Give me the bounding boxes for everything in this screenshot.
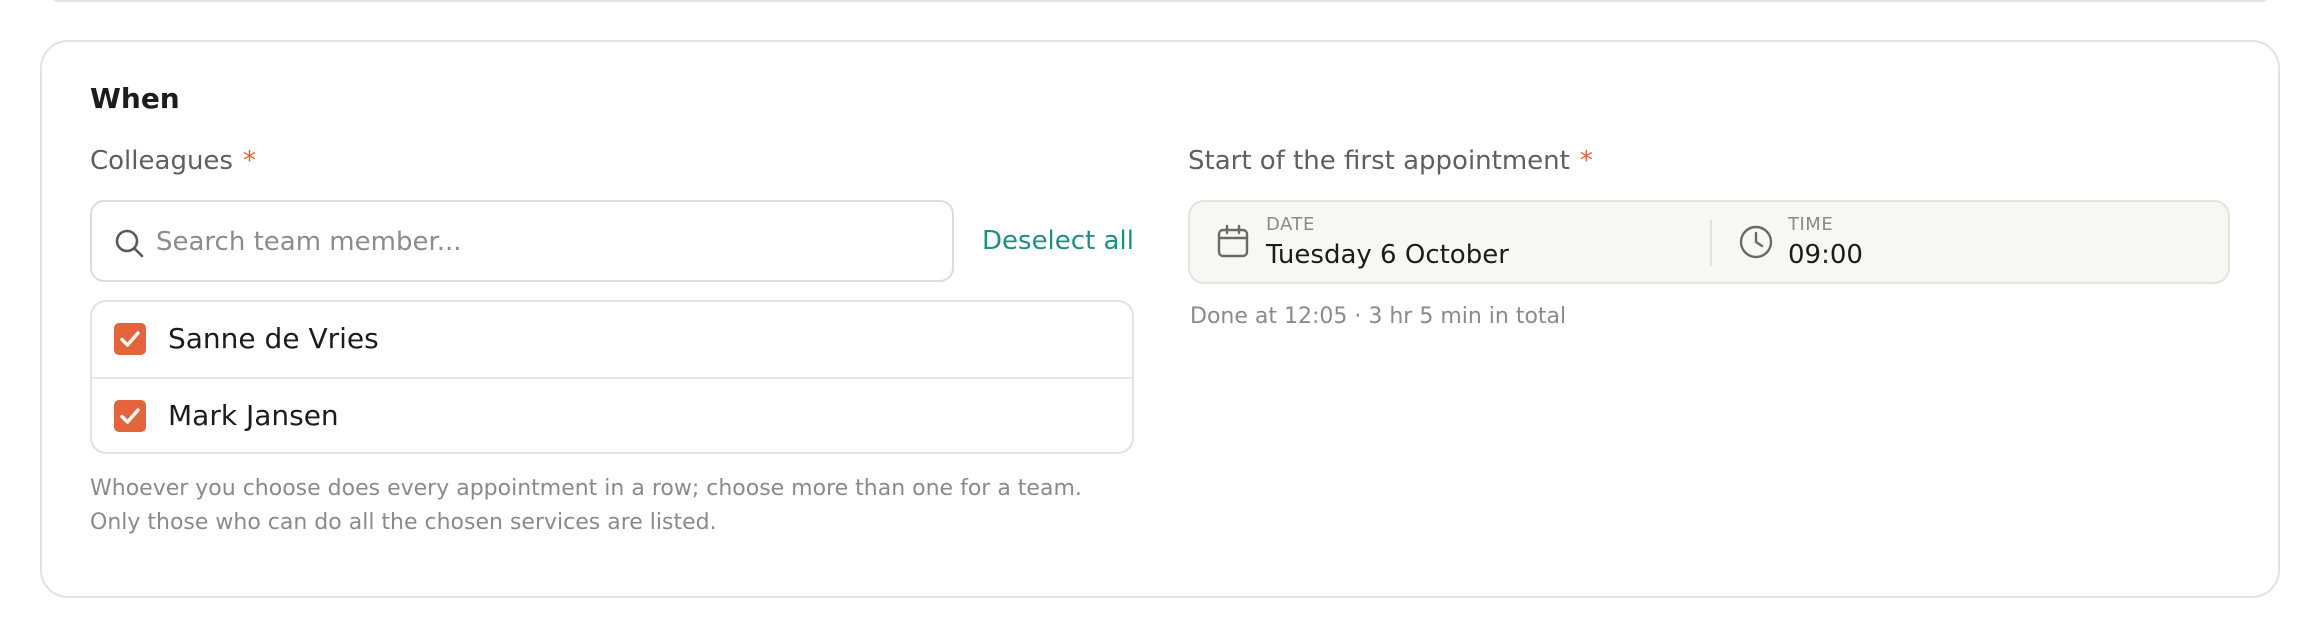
- time-picker[interactable]: TIME 09:00: [1712, 202, 2228, 282]
- search-field[interactable]: [90, 200, 954, 282]
- required-mark: *: [1579, 146, 1593, 176]
- section-title: When: [90, 82, 180, 115]
- list-item[interactable]: Mark Jansen: [92, 377, 1132, 452]
- helper-line: Whoever you choose does every appointmen…: [90, 476, 1082, 501]
- done-summary: Done at 12:05 · 3 hr 5 min in total: [1190, 304, 1567, 329]
- helper-text: Whoever you choose does every appointmen…: [90, 472, 1150, 540]
- helper-line: Only those who can do all the chosen ser…: [90, 510, 717, 535]
- colleague-list: Sanne de Vries Mark Jansen: [90, 300, 1134, 454]
- required-mark: *: [242, 146, 256, 176]
- colleagues-label-text: Colleagues: [90, 146, 233, 176]
- time-value: 09:00: [1788, 240, 1863, 270]
- datetime-picker: DATE Tuesday 6 October TIME 09:00: [1188, 200, 2230, 284]
- list-item[interactable]: Sanne de Vries: [92, 302, 1132, 377]
- date-value: Tuesday 6 October: [1266, 240, 1509, 270]
- calendar-icon: [1217, 224, 1249, 258]
- checkbox[interactable]: [114, 323, 146, 355]
- time-caption: TIME: [1788, 214, 1834, 235]
- when-card: When Colleagues * Deselect all Sanne de V…: [40, 40, 2280, 598]
- check-icon: [120, 331, 140, 347]
- start-label-text: Start of the first appointment: [1188, 146, 1570, 176]
- check-icon: [120, 408, 140, 424]
- colleagues-label: Colleagues *: [90, 146, 256, 176]
- checkbox[interactable]: [114, 400, 146, 432]
- list-item-label: Mark Jansen: [168, 399, 339, 432]
- date-picker[interactable]: DATE Tuesday 6 October: [1190, 202, 1710, 282]
- date-caption: DATE: [1266, 214, 1315, 235]
- clock-icon: [1739, 225, 1773, 259]
- search-icon: [115, 229, 144, 258]
- previous-card-edge: [40, 0, 2280, 2]
- start-label: Start of the first appointment *: [1188, 146, 1593, 176]
- deselect-all-button[interactable]: Deselect all: [982, 226, 1134, 256]
- list-item-label: Sanne de Vries: [168, 322, 379, 355]
- search-input[interactable]: [154, 216, 928, 268]
